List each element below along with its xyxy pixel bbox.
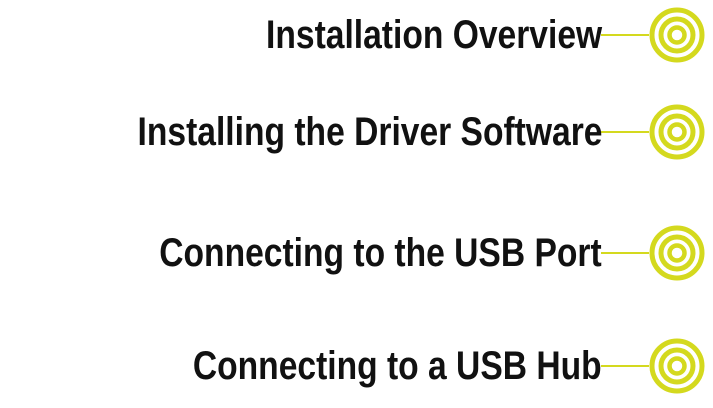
connector-line (601, 34, 649, 36)
connector-line (601, 365, 649, 367)
connector-line (601, 131, 649, 133)
target-icon (649, 104, 705, 160)
menu-item-connecting-usb-port[interactable]: Connecting to the USB Port (75, 225, 705, 281)
menu-item-label: Connecting to the USB Port (159, 230, 602, 275)
target-icon (649, 225, 705, 281)
connector-line (601, 252, 649, 254)
installation-menu: Installation Overview Installing the Dri… (0, 0, 713, 408)
menu-item-connecting-usb-hub[interactable]: Connecting to a USB Hub (115, 338, 705, 394)
target-icon (649, 7, 705, 63)
menu-item-label: Connecting to a USB Hub (193, 343, 602, 388)
menu-item-label: Installing the Driver Software (137, 109, 602, 154)
menu-item-label: Installation Overview (265, 12, 602, 57)
menu-item-installing-driver-software[interactable]: Installing the Driver Software (49, 104, 705, 160)
target-icon (649, 338, 705, 394)
menu-item-installation-overview[interactable]: Installation Overview (202, 7, 705, 63)
